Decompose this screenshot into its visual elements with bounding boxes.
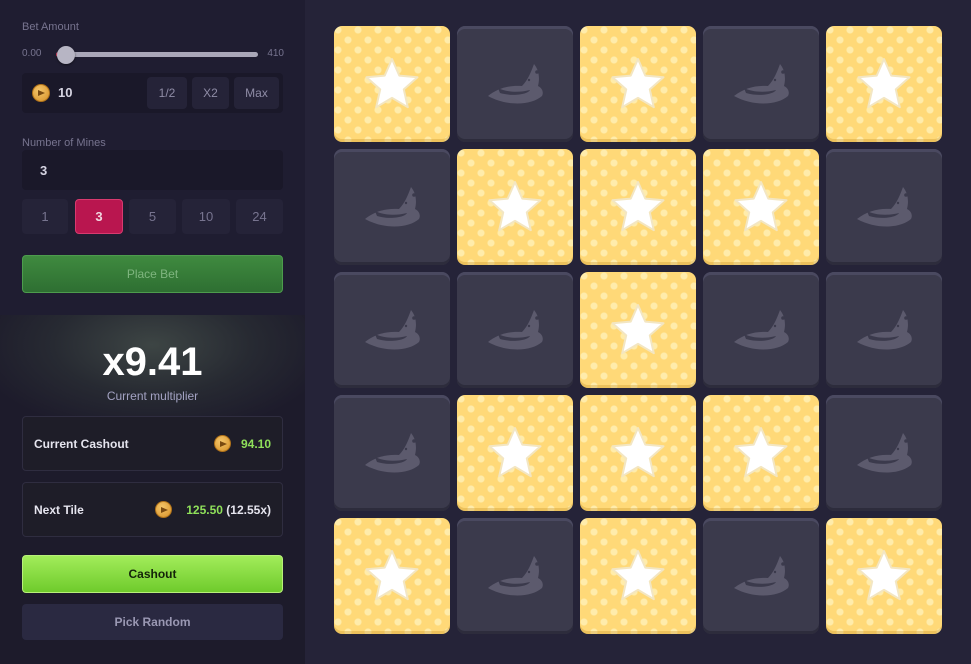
star-icon bbox=[732, 179, 790, 235]
tile-r2-c4[interactable] bbox=[703, 149, 819, 265]
current-cashout-box: Current Cashout 94.10 bbox=[22, 416, 283, 471]
tile-r3-c1[interactable] bbox=[334, 272, 450, 388]
tile-r1-c2[interactable] bbox=[457, 26, 573, 142]
tile-r5-c2[interactable] bbox=[457, 518, 573, 634]
bet-slider[interactable]: 0.00 410 bbox=[22, 44, 284, 64]
max-bet-button[interactable]: Max bbox=[234, 77, 279, 109]
tile-r3-c5[interactable] bbox=[826, 272, 942, 388]
witch-hat-icon bbox=[730, 58, 792, 110]
mines-board bbox=[305, 0, 971, 664]
cashout-button[interactable]: Cashout bbox=[22, 555, 283, 593]
tile-r5-c4[interactable] bbox=[703, 518, 819, 634]
bet-amount-label: Bet Amount bbox=[22, 21, 79, 33]
place-bet-button[interactable]: Place Bet bbox=[22, 255, 283, 293]
pick-random-button[interactable]: Pick Random bbox=[22, 604, 283, 640]
current-cashout-label: Current Cashout bbox=[34, 437, 129, 451]
tile-r3-c2[interactable] bbox=[457, 272, 573, 388]
next-tile-value: 125.50 bbox=[186, 503, 223, 517]
mine-option-3[interactable]: 3 bbox=[75, 199, 123, 234]
bet-amount-field[interactable]: 10 1/2 X2 Max bbox=[22, 73, 283, 113]
star-icon bbox=[609, 56, 667, 112]
tile-r2-c1[interactable] bbox=[334, 149, 450, 265]
tile-r2-c2[interactable] bbox=[457, 149, 573, 265]
star-icon bbox=[855, 56, 913, 112]
bet-amount-value[interactable]: 10 bbox=[58, 85, 72, 100]
tile-r4-c1[interactable] bbox=[334, 395, 450, 511]
witch-hat-icon bbox=[730, 550, 792, 602]
mines-label: Number of Mines bbox=[22, 137, 106, 149]
star-icon bbox=[609, 425, 667, 481]
star-icon bbox=[855, 548, 913, 604]
tile-r3-c4[interactable] bbox=[703, 272, 819, 388]
witch-hat-icon bbox=[853, 304, 915, 356]
tile-r3-c3[interactable] bbox=[580, 272, 696, 388]
witch-hat-icon bbox=[484, 304, 546, 356]
current-cashout-value: 94.10 bbox=[240, 437, 271, 451]
mine-option-24[interactable]: 24 bbox=[236, 199, 283, 234]
half-bet-button[interactable]: 1/2 bbox=[147, 77, 187, 109]
star-icon bbox=[609, 302, 667, 358]
tile-r5-c5[interactable] bbox=[826, 518, 942, 634]
mine-option-10[interactable]: 10 bbox=[182, 199, 230, 234]
star-icon bbox=[363, 548, 421, 604]
coin-icon bbox=[214, 435, 231, 452]
tile-r4-c3[interactable] bbox=[580, 395, 696, 511]
next-tile-label: Next Tile bbox=[34, 503, 84, 517]
tile-r2-c3[interactable] bbox=[580, 149, 696, 265]
witch-hat-icon bbox=[361, 181, 423, 233]
coin-icon bbox=[32, 84, 50, 102]
tile-r1-c3[interactable] bbox=[580, 26, 696, 142]
next-tile-box: Next Tile 125.50 (12.55x) bbox=[22, 482, 283, 537]
tile-r1-c4[interactable] bbox=[703, 26, 819, 142]
witch-hat-icon bbox=[484, 58, 546, 110]
mines-count-field[interactable]: 3 bbox=[22, 150, 283, 190]
tile-r5-c3[interactable] bbox=[580, 518, 696, 634]
witch-hat-icon bbox=[484, 550, 546, 602]
tile-r1-c1[interactable] bbox=[334, 26, 450, 142]
tile-r4-c4[interactable] bbox=[703, 395, 819, 511]
star-icon bbox=[363, 56, 421, 112]
slider-max-label: 410 bbox=[267, 48, 284, 59]
slider-thumb[interactable] bbox=[57, 46, 76, 64]
tile-r4-c5[interactable] bbox=[826, 395, 942, 511]
tile-r5-c1[interactable] bbox=[334, 518, 450, 634]
witch-hat-icon bbox=[730, 304, 792, 356]
tile-r2-c5[interactable] bbox=[826, 149, 942, 265]
star-icon bbox=[486, 179, 544, 235]
tile-r4-c2[interactable] bbox=[457, 395, 573, 511]
current-multiplier-caption: Current multiplier bbox=[106, 389, 199, 403]
mines-game: Bet Amount 0.00 410 10 1/2 X2 Max Number… bbox=[0, 0, 971, 664]
slider-track[interactable] bbox=[56, 46, 258, 64]
star-icon bbox=[732, 425, 790, 481]
double-bet-button[interactable]: X2 bbox=[192, 77, 229, 109]
slider-min-label: 0.00 bbox=[22, 48, 42, 59]
tile-r1-c5[interactable] bbox=[826, 26, 942, 142]
star-icon bbox=[609, 179, 667, 235]
current-multiplier-value: x9.41 bbox=[102, 340, 203, 384]
witch-hat-icon bbox=[361, 304, 423, 356]
witch-hat-icon bbox=[361, 427, 423, 479]
coin-icon bbox=[155, 501, 172, 518]
next-tile-value-group: 125.50 (12.55x) bbox=[186, 503, 271, 517]
witch-hat-icon bbox=[853, 427, 915, 479]
mine-option-5[interactable]: 5 bbox=[129, 199, 176, 234]
star-icon bbox=[486, 425, 544, 481]
mine-option-1[interactable]: 1 bbox=[22, 199, 68, 234]
witch-hat-icon bbox=[853, 181, 915, 233]
control-panel: Bet Amount 0.00 410 10 1/2 X2 Max Number… bbox=[0, 0, 305, 664]
next-tile-multiplier: (12.55x) bbox=[226, 503, 271, 517]
star-icon bbox=[609, 548, 667, 604]
